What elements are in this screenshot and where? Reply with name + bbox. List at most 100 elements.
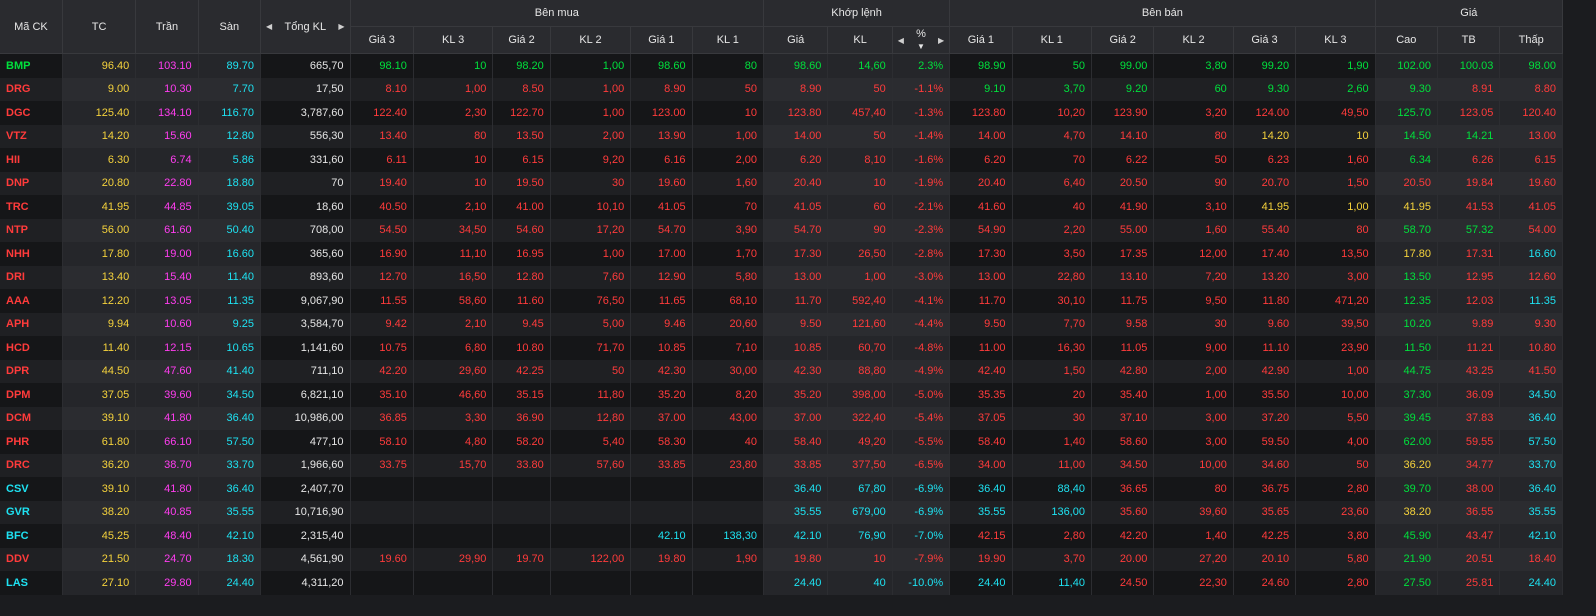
caret-left-icon[interactable]: ◀ — [266, 22, 272, 31]
table-row[interactable]: DPM 37.05 39.60 34.50 6,821,10 35.10 46,60 35.1… — [0, 383, 1563, 407]
table-row[interactable]: HII 6.30 6.74 5.86 331,60 6.11 10 6.15 9,20 6.16 2… — [0, 148, 1563, 172]
floor-cell: 35.55 — [198, 500, 262, 524]
table-row[interactable]: TRC 41.95 44.85 39.05 18,60 40.50 2,10 41.00 10,… — [0, 195, 1563, 219]
sell-cell: 5,80 — [1295, 547, 1376, 571]
col-sell-vol1[interactable]: KL 1 — [1012, 26, 1092, 54]
table-row[interactable]: DCM 39.10 41.80 36.40 10,986,00 36.85 3,30 36.9… — [0, 406, 1563, 430]
col-ceil[interactable]: Trần — [135, 0, 199, 54]
table-row[interactable]: CSV 39.10 41.80 36.40 2,407,70 36.40 67,80 -6.9… — [0, 477, 1563, 501]
table-row[interactable]: APH 9.94 10.60 9.25 3,584,70 9.42 2,10 9.45 5,00… — [0, 312, 1563, 336]
floor-cell: 33.70 — [198, 453, 262, 477]
total-vol-cell: 711,10 — [260, 359, 351, 383]
total-vol-cell: 2,407,70 — [260, 477, 351, 501]
col-buy-price2[interactable]: Giá 2 — [492, 26, 551, 54]
match-cell: 35.20 — [763, 383, 829, 407]
sell-cell: 20 — [1012, 383, 1092, 407]
buy-cell: 34,50 — [413, 218, 494, 242]
table-row[interactable]: NHH 17.80 19.00 16.60 365,60 16.90 11,10 16.95 1… — [0, 242, 1563, 266]
buy-cell — [350, 571, 414, 595]
sell-cell: 16,30 — [1012, 336, 1092, 360]
table-row[interactable]: DDV 21.50 24.70 18.30 4,561,90 19.60 29,90 19.7… — [0, 547, 1563, 571]
buy-cell: 7,10 — [692, 336, 765, 360]
table-row[interactable]: BMP 96.40 103.10 89.70 665,70 98.10 10 98.20 1,0… — [0, 53, 1563, 78]
buy-cell: 10.80 — [492, 336, 551, 360]
col-sell-price1[interactable]: Giá 1 — [949, 26, 1013, 54]
price-cell: 36.55 — [1437, 500, 1501, 524]
price-cell: 20.51 — [1437, 547, 1501, 571]
buy-cell: 8.90 — [630, 77, 693, 101]
symbol-cell: HII — [0, 148, 63, 172]
floor-cell: 9.25 — [198, 312, 262, 336]
price-cell: 41.50 — [1499, 359, 1563, 383]
table-row[interactable]: DNP 20.80 22.80 18.80 70 19.40 10 19.50 30 19.60 1… — [0, 171, 1563, 195]
ref-cell: 41.95 — [62, 195, 137, 219]
col-sell-vol3[interactable]: KL 3 — [1295, 26, 1376, 54]
sell-cell: 3,70 — [1012, 77, 1092, 101]
sell-cell: 90 — [1153, 171, 1234, 195]
buy-cell: 76,50 — [550, 289, 632, 313]
sell-cell: 9,00 — [1153, 336, 1234, 360]
table-row[interactable]: VTZ 14.20 15.60 12.80 556,30 13.40 80 13.50 2,00… — [0, 124, 1563, 148]
price-cell: 43.25 — [1437, 359, 1501, 383]
symbol-cell: LAS — [0, 571, 63, 595]
col-high[interactable]: Cao — [1375, 26, 1439, 54]
col-avg[interactable]: TB — [1437, 26, 1501, 54]
total-vol-cell: 477,10 — [260, 430, 351, 454]
sell-cell: 17.30 — [949, 242, 1013, 266]
table-row[interactable]: DRG 9.00 10.30 7.70 17,50 8.10 1,00 8.50 1,00 8.9… — [0, 77, 1563, 101]
col-symbol[interactable]: Mã CK — [0, 0, 63, 54]
col-match-vol[interactable]: KL — [827, 26, 893, 54]
price-cell: 9.30 — [1499, 312, 1563, 336]
caret-right-icon[interactable]: ▶ — [938, 36, 944, 45]
table-row[interactable]: PHR 61.80 66.10 57.50 477,10 58.10 4,80 58.20 5,… — [0, 430, 1563, 454]
col-buy-vol2[interactable]: KL 2 — [550, 26, 632, 54]
price-cell: 6.15 — [1499, 148, 1563, 172]
price-cell: 36.20 — [1375, 453, 1439, 477]
sell-cell: 55.40 — [1233, 218, 1297, 242]
table-row[interactable]: GVR 38.20 40.85 35.55 10,716,90 35.55 679,00 -6… — [0, 500, 1563, 524]
table-row[interactable]: DGC 125.40 134.10 116.70 3,787,60 122.40 2,30 1… — [0, 101, 1563, 125]
sell-cell: 36.75 — [1233, 477, 1297, 501]
table-row[interactable]: AAA 12.20 13.05 11.35 9,067,90 11.55 58,60 11.6… — [0, 289, 1563, 313]
sort-desc-icon: ▼ — [917, 41, 925, 51]
col-sell-vol2[interactable]: KL 2 — [1153, 26, 1234, 54]
symbol-cell: DRC — [0, 453, 63, 477]
sell-cell: 6.20 — [949, 148, 1013, 172]
col-match-price[interactable]: Giá — [763, 26, 829, 54]
buy-cell: 2,30 — [413, 101, 494, 125]
ref-cell: 11.40 — [62, 336, 137, 360]
table-row[interactable]: BFC 45.25 48.40 42.10 2,315,40 42.10 138,30 42.… — [0, 524, 1563, 548]
buy-cell: 29,90 — [413, 547, 494, 571]
sell-cell: 99.00 — [1091, 53, 1155, 78]
col-low[interactable]: Thấp — [1499, 26, 1563, 54]
col-buy-price1[interactable]: Giá 1 — [630, 26, 693, 54]
col-sell-price3[interactable]: Giá 3 — [1233, 26, 1297, 54]
table-row[interactable]: LAS 27.10 29.80 24.40 4,311,20 24.40 40 -10.0% 2… — [0, 571, 1563, 595]
buy-cell: 98.20 — [492, 53, 551, 78]
price-cell: 11.50 — [1375, 336, 1439, 360]
sell-cell: 471,20 — [1295, 289, 1376, 313]
table-row[interactable]: DRI 13.40 15.40 11.40 893,60 12.70 16,50 12.80 7… — [0, 265, 1563, 289]
col-total-vol[interactable]: ◀ Tổng KL ▶ — [260, 0, 351, 54]
ref-cell: 56.00 — [62, 218, 137, 242]
table-row[interactable]: DPR 44.50 47.60 41.40 711,10 42.20 29,60 42.25 5… — [0, 359, 1563, 383]
table-row[interactable]: DRC 36.20 38.70 33.70 1,966,60 33.75 15,70 33.8… — [0, 453, 1563, 477]
caret-left-icon[interactable]: ◀ — [898, 36, 904, 45]
col-ref[interactable]: TC — [62, 0, 137, 54]
col-sell-price2[interactable]: Giá 2 — [1091, 26, 1155, 54]
col-buy-vol3[interactable]: KL 3 — [413, 26, 494, 54]
buy-cell: 35.10 — [350, 383, 414, 407]
price-cell: 45.90 — [1375, 524, 1439, 548]
match-cell: 377,50 — [827, 453, 893, 477]
table-row[interactable]: HCD 11.40 12.15 10.65 1,141,60 10.75 6,80 10.80… — [0, 336, 1563, 360]
col-floor[interactable]: Sàn — [198, 0, 262, 54]
symbol-cell: PHR — [0, 430, 63, 454]
caret-right-icon[interactable]: ▶ — [338, 22, 344, 31]
price-cell: 17.80 — [1375, 242, 1439, 266]
col-match-pct[interactable]: ◀ % ▼ ▶ — [892, 26, 951, 54]
table-row[interactable]: NTP 56.00 61.60 50.40 708,00 54.50 34,50 54.60 1… — [0, 218, 1563, 242]
sell-cell: 6.22 — [1091, 148, 1155, 172]
sell-cell: 42.90 — [1233, 359, 1297, 383]
col-buy-vol1[interactable]: KL 1 — [692, 26, 765, 54]
col-buy-price3[interactable]: Giá 3 — [350, 26, 414, 54]
